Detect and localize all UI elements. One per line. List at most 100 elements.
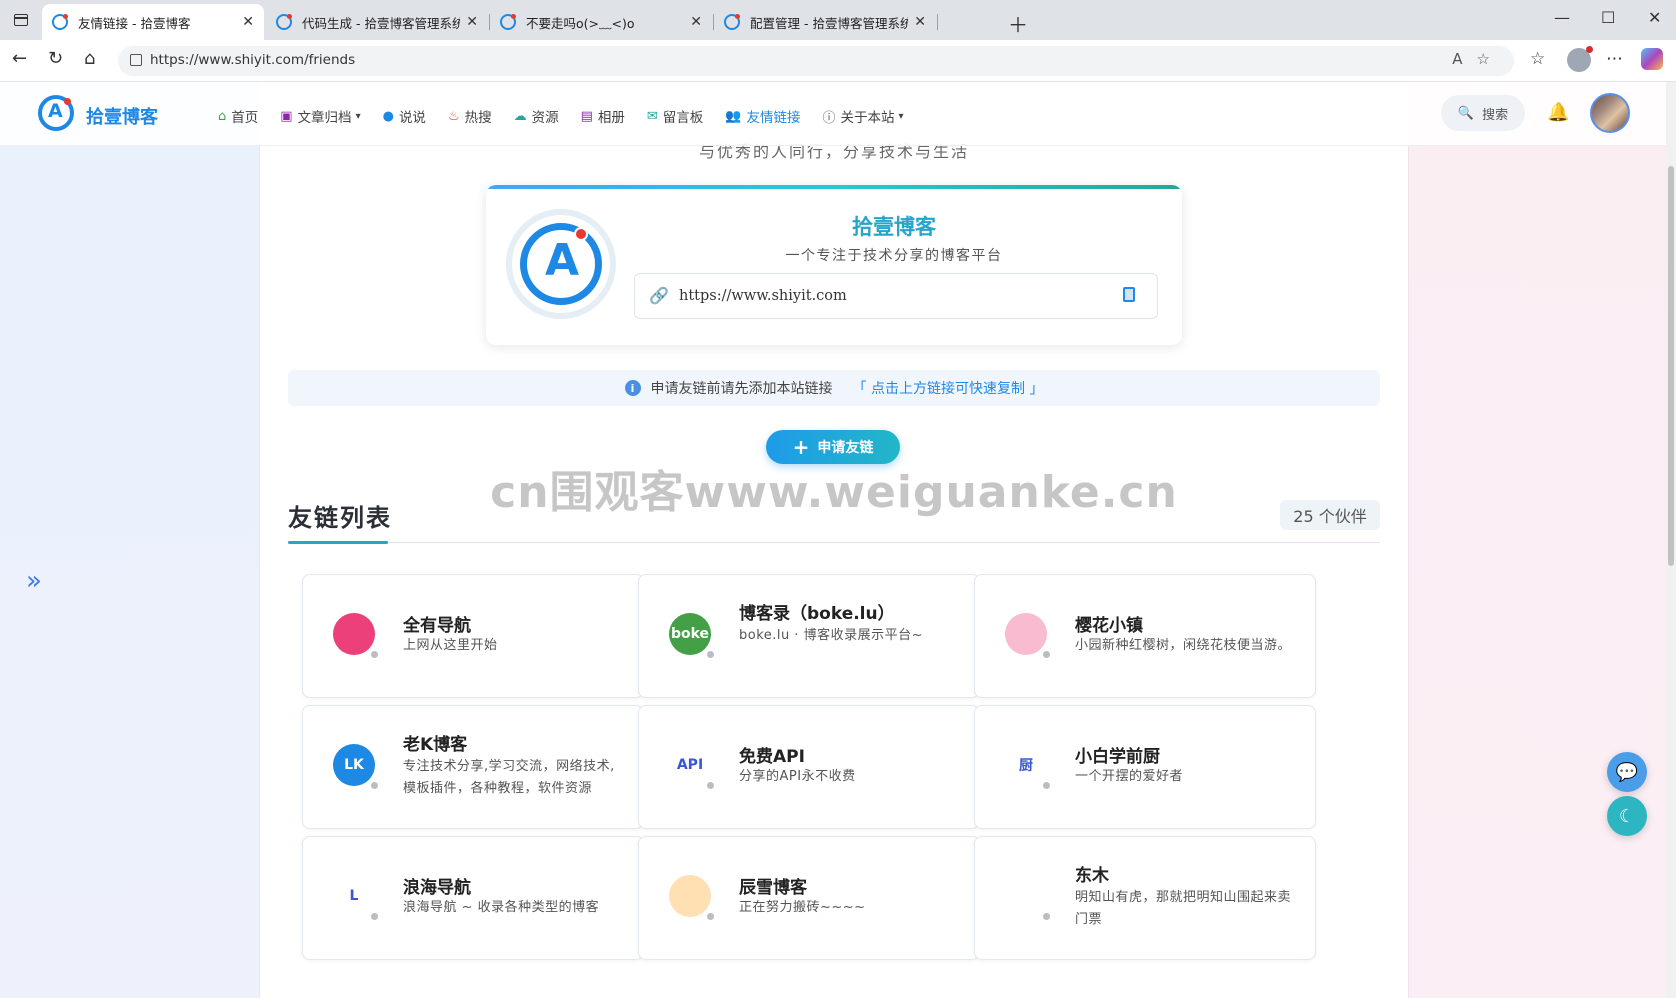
close-icon[interactable]: ✕ — [466, 14, 478, 30]
nav-item-label: 资源 — [531, 110, 559, 126]
tab-title: 代码生成 - 拾壹博客管理系统 — [302, 15, 461, 31]
link-icon: 🔗 — [649, 286, 669, 305]
nav-item-label: 文章归档 — [297, 110, 352, 126]
friend-logo — [1005, 613, 1047, 655]
page-scrollbar[interactable] — [1666, 82, 1676, 998]
favorites-icon[interactable]: ☆ — [1530, 49, 1545, 69]
friend-card[interactable]: boke 博客录（boke.lu） boke.lu · 博客收录展示平台~ — [638, 574, 980, 698]
scrollbar-thumb[interactable] — [1668, 166, 1674, 566]
friend-name: 小白学前厨 — [1075, 747, 1160, 767]
profile-icon[interactable] — [1567, 46, 1593, 72]
home-icon[interactable]: ⌂ — [84, 48, 95, 69]
logo-dot — [574, 227, 588, 241]
moon-icon: ☾ — [1618, 805, 1636, 827]
site-logo-large — [512, 215, 610, 313]
copilot-icon[interactable] — [1641, 48, 1663, 70]
mail-icon: ✉ — [646, 108, 658, 124]
nav-item-8[interactable]: ⓘ 关于本站 ▾ — [822, 106, 903, 126]
url-text[interactable]: https://www.shiyit.com/friends — [150, 52, 355, 68]
right-sidebar — [1408, 146, 1666, 998]
dark-mode-toggle[interactable]: ☾ — [1607, 796, 1647, 836]
nav-item-label: 相册 — [597, 110, 625, 126]
left-sidebar: » — [0, 146, 260, 998]
section-divider — [288, 542, 1380, 543]
nav-item-3[interactable]: ♨ 热搜 — [448, 106, 492, 127]
tab-separator — [937, 14, 938, 30]
friend-name: 浪海导航 — [403, 878, 471, 898]
copy-icon[interactable] — [1123, 287, 1135, 302]
friend-logo — [669, 875, 711, 917]
archive-icon: ▣ — [280, 108, 293, 124]
friend-desc: 小园新种红樱树，闲绕花枝便当游。 — [1075, 638, 1292, 653]
refresh-icon[interactable]: ↻ — [48, 48, 63, 69]
close-icon[interactable]: ✕ — [242, 14, 254, 30]
nav-item-label: 首页 — [231, 110, 259, 126]
friend-card[interactable]: 辰雪博客 正在努力搬砖~~~~ — [638, 836, 980, 960]
main-nav: ⌂ 首页 ▣ 文章归档 ▾ ● 说说 ♨ 热搜 ☁ 资源 ▤ 相册 ✉ 留言板 👥 友情链接 ⓘ 关于本站 ▾ — [218, 106, 926, 127]
friend-card[interactable]: 东木明知山有虎，那就把明知山围起来卖门票 — [974, 836, 1316, 960]
plus-icon: + — [792, 435, 810, 459]
friend-name: 老K博客 — [403, 735, 468, 755]
friend-logo: boke — [669, 613, 711, 655]
friend-desc: 浪海导航 ~ 收录各种类型的博客 — [403, 900, 600, 915]
nav-item-label: 关于本站 — [840, 110, 895, 126]
friend-card[interactable]: L 浪海导航 浪海导航 ~ 收录各种类型的博客 — [302, 836, 644, 960]
friend-name: 全有导航 — [403, 616, 471, 636]
apply-button-label: 申请友链 — [817, 440, 874, 456]
friend-name: 东木 — [1075, 866, 1109, 886]
more-icon[interactable]: ⋯ — [1606, 49, 1623, 69]
avatar[interactable] — [1590, 93, 1630, 133]
nav-item-1[interactable]: ▣ 文章归档 ▾ — [280, 106, 360, 127]
friend-desc: 明知山有虎，那就把明知山围起来卖门票 — [1075, 890, 1292, 927]
friend-card[interactable]: 樱花小镇 小园新种红樱树，闲绕花枝便当游。 — [974, 574, 1316, 698]
bell-icon[interactable]: 🔔 — [1547, 102, 1569, 123]
browser-tab-friends[interactable]: 友情链接 - 拾壹博客 ✕ — [42, 4, 264, 40]
chat-float-button[interactable]: 💬 — [1607, 752, 1647, 792]
nav-item-2[interactable]: ● 说说 — [382, 106, 426, 127]
friend-desc: 一个开摆的爱好者 — [1075, 769, 1184, 784]
site-header: 拾壹博客 ⌂首页 ▣文章归档▾ ●说说 ♨热搜 ☁资源 ▤相册 ✉留言板 👥友情链接 ⓘ关于本站… — [0, 82, 1666, 146]
apply-friend-link-button[interactable]: + 申请友链 — [766, 430, 900, 464]
nav-item-0[interactable]: ⌂ 首页 — [218, 106, 259, 127]
new-tab-icon[interactable]: ＋ — [1008, 9, 1028, 38]
back-icon[interactable]: ← — [12, 48, 27, 69]
card-accent-bar — [486, 185, 1182, 189]
browser-tab-config[interactable]: 配置管理 - 拾壹博客管理系统 ✕ — [714, 4, 936, 40]
friend-card[interactable]: 厨 小白学前厨 一个开摆的爱好者 — [974, 705, 1316, 829]
friend-card[interactable]: LK 老K博客 专注技术分享,学习交流，网络技术,模板插件，各种教程，软件资源 — [302, 705, 644, 829]
browser-tab-bar: 友情链接 - 拾壹博客 ✕ 代码生成 - 拾壹博客管理系统 ✕ 不要走吗o(>﹏… — [0, 0, 1676, 40]
site-url-field[interactable]: 🔗 https://www.shiyit.com — [634, 273, 1158, 319]
close-icon[interactable]: ✕ — [690, 14, 702, 30]
browser-address-bar: ← ↻ ⌂ https://www.shiyit.com/friends A☆ … — [0, 40, 1676, 82]
notice-copy-hint[interactable]: 「 点击上方链接可快速复制 」 — [853, 378, 1044, 398]
friend-card[interactable]: API 免费API 分享的API永不收费 — [638, 705, 980, 829]
window-close-icon[interactable]: ✕ — [1648, 8, 1661, 27]
friend-name: 免费API — [739, 747, 805, 767]
url-input[interactable]: https://www.shiyit.com/friends A☆ — [118, 46, 1514, 76]
search-button[interactable]: 🔍 搜索 — [1441, 95, 1525, 131]
nav-item-6[interactable]: ✉ 留言板 — [646, 106, 703, 127]
friend-logo: LK — [333, 744, 375, 786]
tab-title: 不要走吗o(>﹏<)o — [526, 15, 635, 31]
expand-sidebar-icon[interactable]: » — [26, 566, 42, 596]
site-info-icon[interactable] — [130, 54, 142, 66]
site-url-value[interactable]: https://www.shiyit.com — [679, 288, 847, 304]
apply-notice: i 申请友链前请先添加本站链接 「 点击上方链接可快速复制 」 — [288, 370, 1380, 406]
read-aloud-favorite-icons[interactable]: A☆ — [1452, 50, 1504, 68]
friend-card[interactable]: 全有导航 上网从这里开始 — [302, 574, 644, 698]
browser-tab-codegen[interactable]: 代码生成 - 拾壹博客管理系统 ✕ — [266, 4, 488, 40]
watermark: cn围观客www.weiguanke.cn — [490, 467, 1178, 518]
maximize-icon[interactable]: ☐ — [1601, 8, 1615, 27]
nav-item-4[interactable]: ☁ 资源 — [514, 106, 559, 127]
chat-icon: ● — [382, 108, 394, 124]
status-dot — [706, 650, 715, 659]
browser-tab-dont-go[interactable]: 不要走吗o(>﹏<)o ✕ — [490, 4, 712, 40]
tab-actions-icon[interactable] — [14, 14, 28, 26]
nav-item-7[interactable]: 👥 友情链接 — [725, 106, 800, 127]
minimize-icon[interactable]: — — [1554, 8, 1570, 27]
search-label: 搜索 — [1482, 107, 1509, 123]
site-logo-icon[interactable] — [38, 95, 74, 131]
close-icon[interactable]: ✕ — [914, 14, 926, 30]
site-name[interactable]: 拾壹博客 — [86, 103, 158, 129]
nav-item-5[interactable]: ▤ 相册 — [581, 106, 625, 127]
